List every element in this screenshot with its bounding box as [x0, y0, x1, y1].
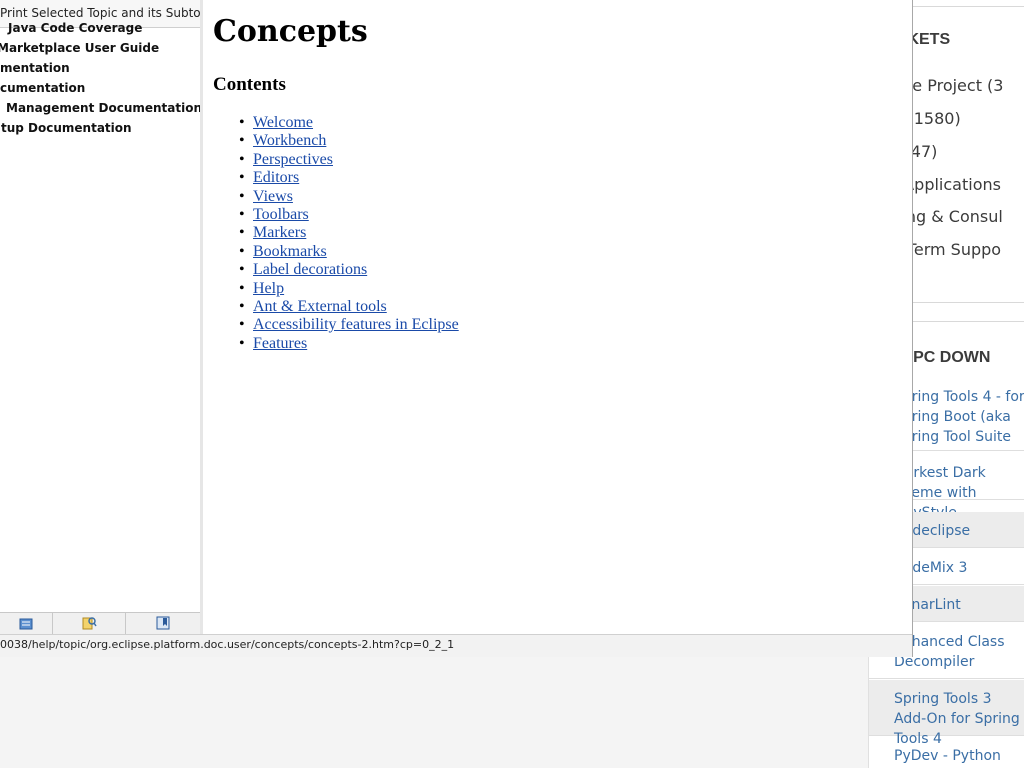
list-item: Help	[239, 280, 459, 298]
list-item: Features	[239, 335, 459, 353]
search-results-tab[interactable]	[53, 613, 126, 634]
topic-link-markers[interactable]: Markers	[253, 224, 306, 241]
list-item: Markers	[239, 224, 459, 242]
print-topic-button[interactable]: Print Selected Topic and its Subtopics	[0, 6, 200, 20]
list-item: Bookmarks	[239, 243, 459, 261]
topic-link-workbench[interactable]: Workbench	[253, 132, 326, 149]
topic-content-pane: Concepts Contents Welcome Workbench Pers…	[203, 0, 912, 634]
toc-tab-bar	[0, 612, 200, 634]
search-results-tab-icon	[81, 615, 97, 634]
topic-link-views[interactable]: Views	[253, 188, 293, 205]
marketplace-main-panel	[0, 656, 869, 768]
topic-link-label-decorations[interactable]: Label decorations	[253, 261, 367, 278]
topic-link-welcome[interactable]: Welcome	[253, 114, 313, 131]
download-link[interactable]: Spring Tools 3 Add-On for Spring Tools 4	[869, 680, 1024, 747]
toc-item[interactable]: mentation	[0, 61, 70, 75]
help-window: Print Selected Topic and its Subtopics J…	[0, 0, 913, 657]
toc-item[interactable]: tup Documentation	[1, 121, 132, 135]
list-item: Editors	[239, 169, 459, 187]
contents-tab-icon	[19, 615, 33, 634]
page-title: Concepts	[213, 14, 368, 49]
bookmarks-tab-icon	[156, 615, 170, 634]
toc-pane: Print Selected Topic and its Subtopics J…	[0, 0, 203, 634]
toc-item[interactable]: Management Documentation	[6, 101, 200, 115]
topic-link-toolbars[interactable]: Toolbars	[253, 206, 309, 223]
list-item: Perspectives	[239, 151, 459, 169]
toc-item[interactable]: Java Code Coverage	[8, 21, 142, 35]
toc-item[interactable]: Marketplace User Guide	[0, 41, 159, 55]
list-item: Toolbars	[239, 206, 459, 224]
list-item: Ant & External tools	[239, 298, 459, 316]
topic-link-ant-external-tools[interactable]: Ant & External tools	[253, 298, 387, 315]
list-item: Welcome	[239, 114, 459, 132]
toc-item[interactable]: cumentation	[0, 81, 85, 95]
list-item: Label decorations	[239, 261, 459, 279]
topic-link-perspectives[interactable]: Perspectives	[253, 151, 333, 168]
contents-tab[interactable]	[0, 613, 53, 634]
topic-link-features[interactable]: Features	[253, 335, 307, 352]
topic-link-bookmarks[interactable]: Bookmarks	[253, 243, 327, 260]
list-item: Workbench	[239, 132, 459, 150]
topic-link-accessibility[interactable]: Accessibility features in Eclipse	[253, 316, 459, 333]
bookmarks-tab[interactable]	[126, 613, 200, 634]
contents-heading: Contents	[213, 74, 286, 95]
download-link[interactable]: PyDev - Python IDE	[869, 737, 1024, 768]
list-item: Accessibility features in Eclipse	[239, 316, 459, 334]
topic-link-editors[interactable]: Editors	[253, 169, 299, 186]
status-bar: 0038/help/topic/org.eclipse.platform.doc…	[0, 634, 912, 657]
status-url: 0038/help/topic/org.eclipse.platform.doc…	[0, 638, 455, 651]
topic-link-help[interactable]: Help	[253, 280, 284, 297]
topic-list: Welcome Workbench Perspectives Editors V…	[239, 114, 459, 353]
list-item: Views	[239, 188, 459, 206]
